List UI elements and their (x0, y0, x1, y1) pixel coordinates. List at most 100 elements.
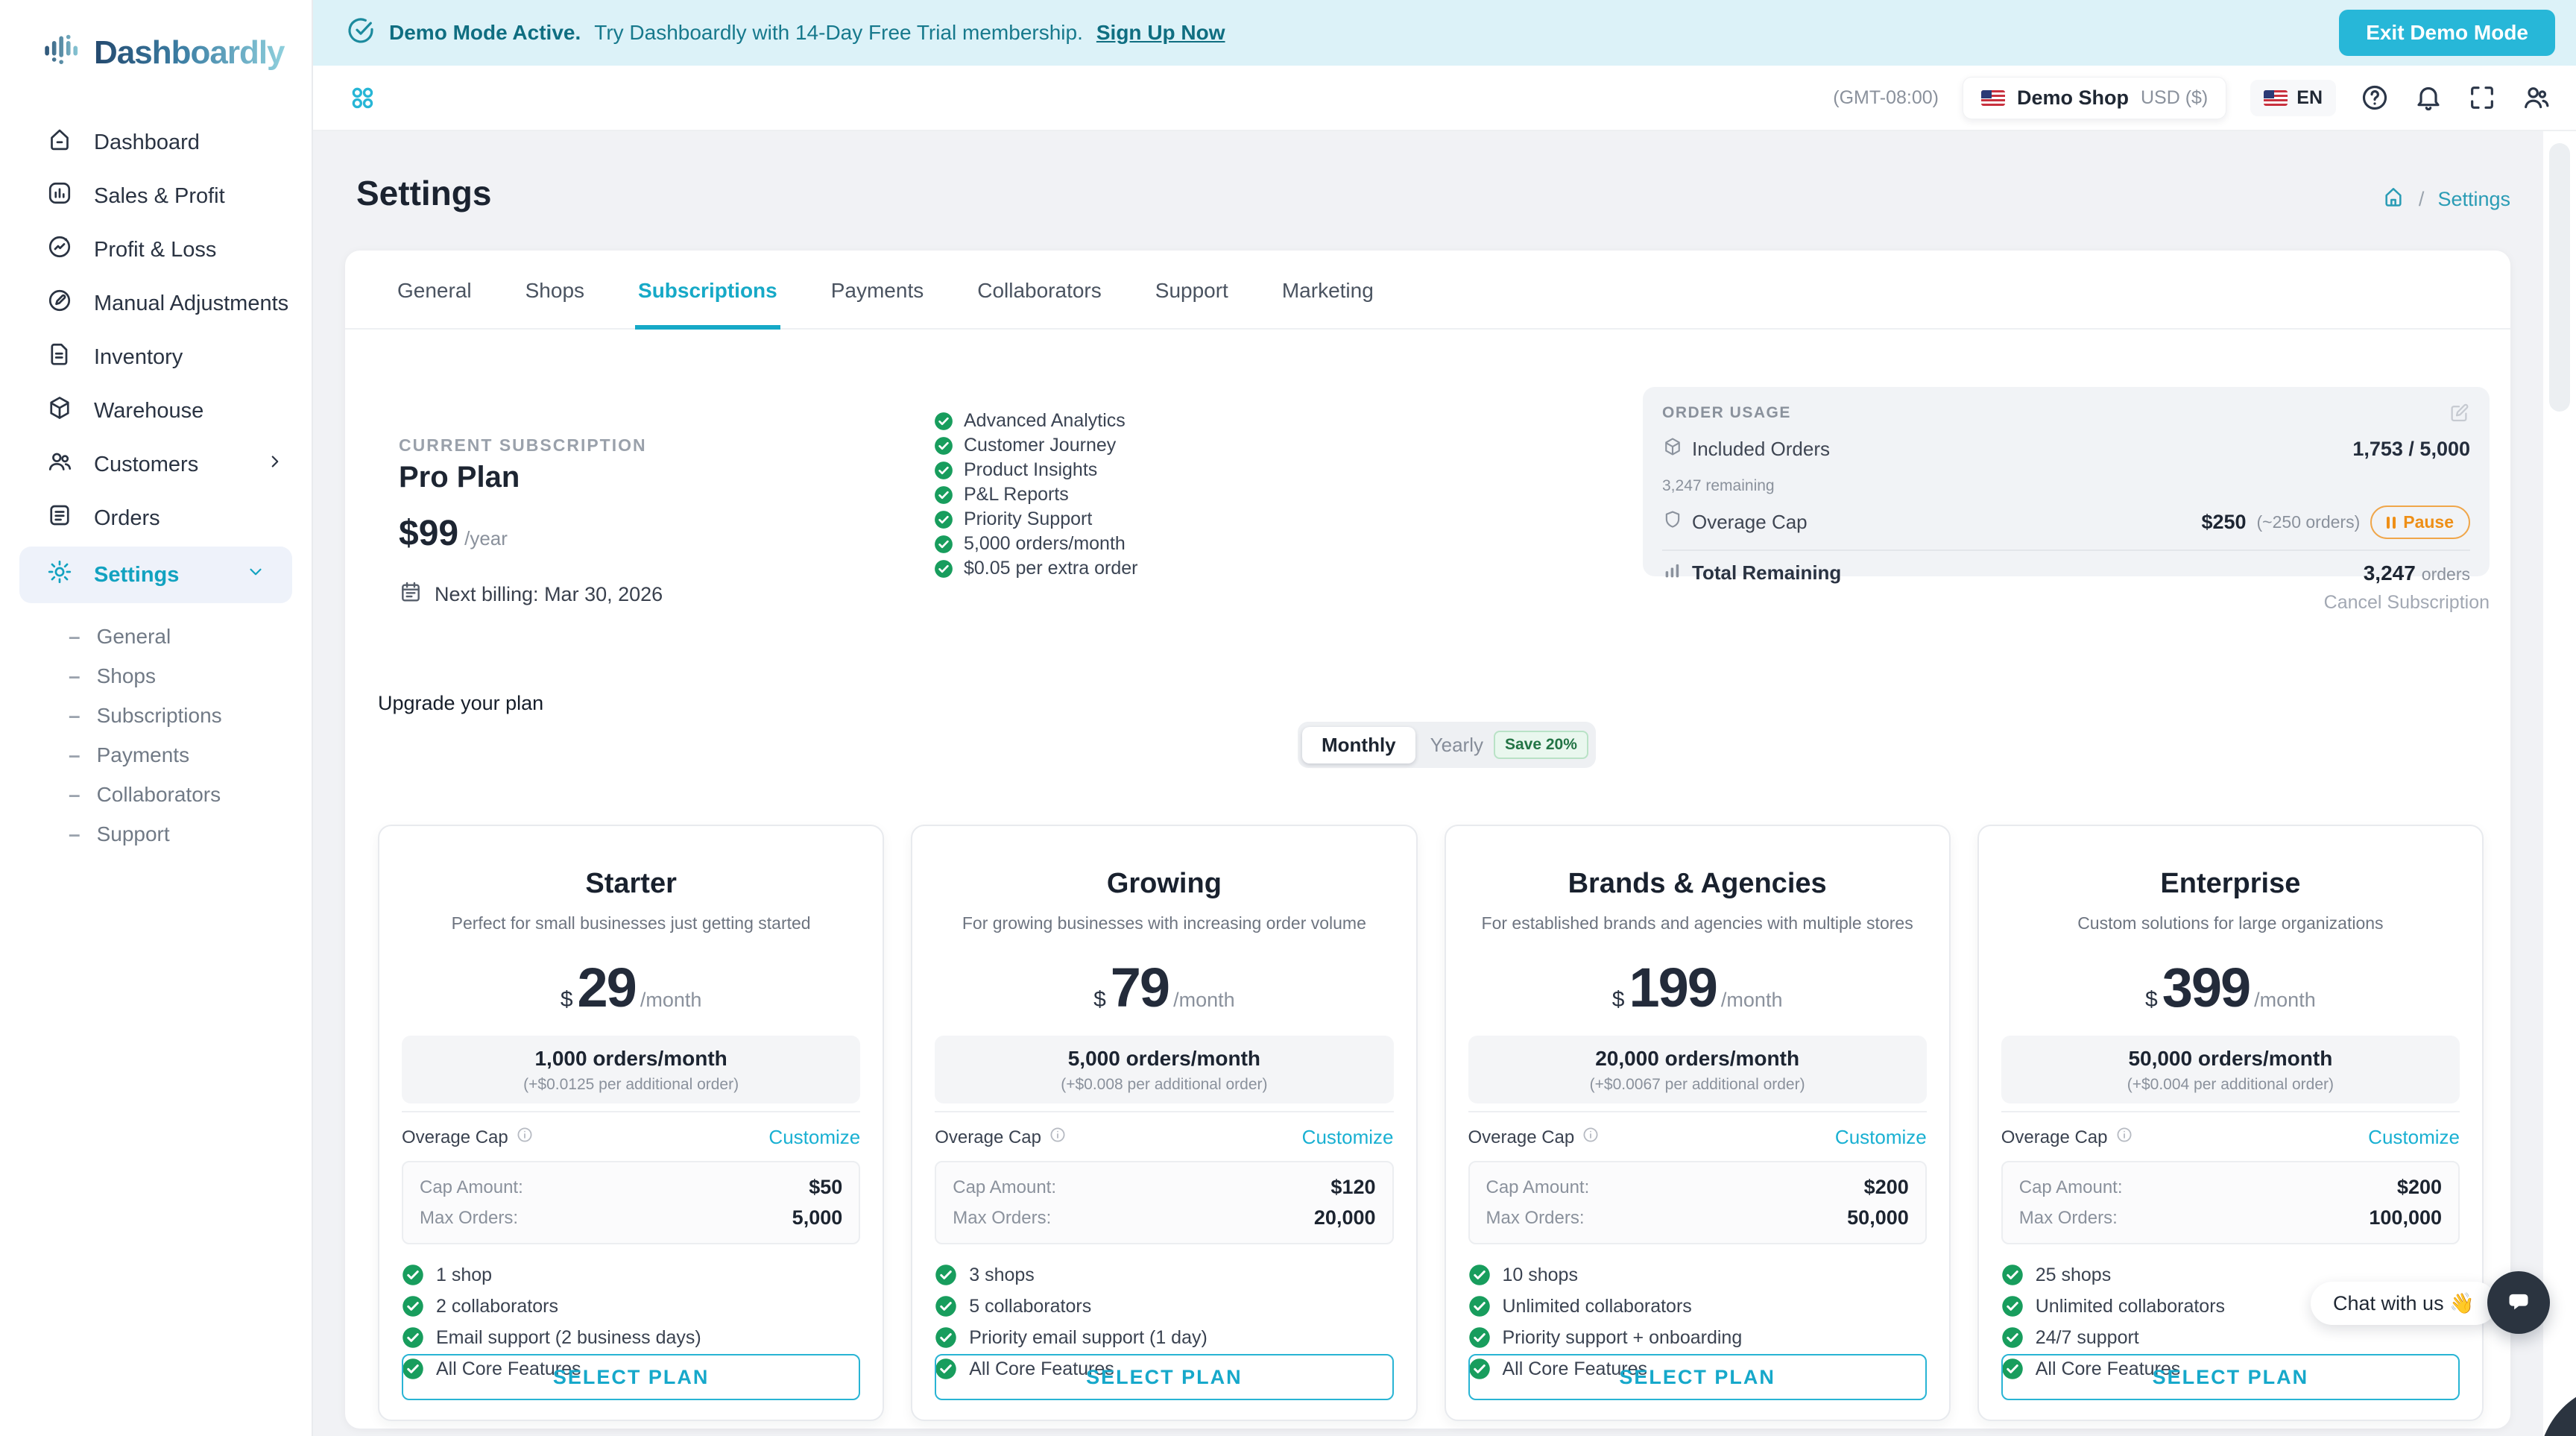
sidebar-item-settings[interactable]: Settings (19, 547, 292, 603)
language-selector[interactable]: EN (2250, 80, 2336, 116)
pencil-circle-icon (46, 287, 73, 320)
tab-payments[interactable]: Payments (828, 279, 927, 330)
content-area: Settings / Settings General Shops Subscr… (313, 131, 2576, 1436)
plan-feature: 1 shop (402, 1264, 860, 1286)
dash-bullet: – (69, 704, 80, 728)
topbar: (GMT-08:00) Demo Shop USD ($) EN (313, 66, 2576, 131)
dash-bullet: – (69, 625, 80, 649)
sidebar-item-inventory[interactable]: Inventory (0, 330, 312, 384)
plan-feature: 2 collaborators (402, 1295, 860, 1317)
dash-bullet: – (69, 743, 80, 767)
help-icon[interactable] (2360, 83, 2390, 113)
scrollbar[interactable] (2543, 131, 2576, 1436)
sign-up-link[interactable]: Sign Up Now (1096, 21, 1225, 45)
sidebar-item-manual-adjustments[interactable]: Manual Adjustments (0, 277, 312, 330)
subnav-item-shops[interactable]: –Shops (0, 656, 312, 696)
sidebar-item-customers[interactable]: Customers (0, 438, 312, 491)
subnav-item-general[interactable]: –General (0, 617, 312, 656)
edit-icon[interactable] (2448, 402, 2470, 424)
overage-section: Overage Cap Customize Cap Amount:$200 Ma… (2001, 1111, 2460, 1244)
shop-selector[interactable]: Demo Shop USD ($) (1963, 77, 2226, 119)
next-billing: Next billing: Mar 30, 2026 (399, 580, 663, 609)
sidebar-item-label: Warehouse (94, 399, 203, 423)
plan-features-list: Advanced Analytics Customer Journey Prod… (934, 409, 1137, 581)
subnav-label: General (97, 625, 171, 649)
sidebar-item-label: Inventory (94, 345, 183, 370)
feature-item: Priority Support (934, 507, 1137, 532)
tab-shops[interactable]: Shops (523, 279, 587, 330)
sidebar-nav: Dashboard Sales & Profit Profit & Loss M… (0, 74, 312, 854)
current-plan-name: Pro Plan (399, 461, 520, 494)
price-number: 199 (1629, 956, 1716, 1019)
plan-feature-text: 1 shop (436, 1265, 492, 1286)
sidebar-item-dashboard[interactable]: Dashboard (0, 116, 312, 169)
app-logo[interactable]: Dashboardly (0, 0, 312, 74)
sidebar-item-orders[interactable]: Orders (0, 491, 312, 545)
info-icon (1582, 1126, 1600, 1149)
tab-subscriptions[interactable]: Subscriptions (635, 279, 780, 330)
order-usage-panel: ORDER USAGE Included Orders 1,753 / 5,00… (1643, 387, 2490, 576)
customize-link[interactable]: Customize (768, 1126, 860, 1149)
sidebar-item-label: Dashboard (94, 130, 200, 155)
fullscreen-icon[interactable] (2467, 83, 2497, 113)
overage-cap-label: Overage Cap (935, 1127, 1041, 1148)
tab-support[interactable]: Support (1152, 279, 1231, 330)
price-number: 29 (578, 956, 636, 1019)
customize-link[interactable]: Customize (2368, 1126, 2460, 1149)
select-plan-button[interactable]: SELECT PLAN (1468, 1354, 1927, 1400)
sidebar-item-profit-loss[interactable]: Profit & Loss (0, 223, 312, 277)
tab-marketing[interactable]: Marketing (1279, 279, 1377, 330)
notifications-bell-icon[interactable] (2414, 83, 2443, 113)
select-plan-button[interactable]: SELECT PLAN (935, 1354, 1393, 1400)
tab-collaborators[interactable]: Collaborators (974, 279, 1105, 330)
demo-banner-message: Demo Mode Active. Try Dashboardly with 1… (346, 16, 1225, 51)
subnav-item-payments[interactable]: –Payments (0, 735, 312, 775)
topbar-right: (GMT-08:00) Demo Shop USD ($) EN (1833, 77, 2551, 119)
scrollbar-thumb[interactable] (2549, 143, 2570, 412)
plan-feature-text: Unlimited collaborators (1503, 1296, 1692, 1317)
subnav-item-support[interactable]: –Support (0, 814, 312, 854)
shield-icon (1662, 509, 1683, 535)
customize-link[interactable]: Customize (1835, 1126, 1927, 1149)
save-badge[interactable]: Save 20% (1494, 731, 1588, 759)
select-plan-button[interactable]: SELECT PLAN (2001, 1354, 2460, 1400)
breadcrumb-current[interactable]: Settings (2437, 188, 2510, 211)
overage-cap-label: Overage Cap (2001, 1127, 2108, 1148)
feature-text: P&L Reports (964, 484, 1069, 506)
select-plan-button[interactable]: SELECT PLAN (402, 1354, 860, 1400)
yearly-toggle[interactable]: Yearly (1415, 727, 1494, 763)
customize-link[interactable]: Customize (1302, 1126, 1394, 1149)
overage-section: Overage Cap Customize Cap Amount:$120 Ma… (935, 1111, 1393, 1244)
plan-feature: 3 shops (935, 1264, 1393, 1286)
exit-demo-button[interactable]: Exit Demo Mode (2339, 10, 2555, 56)
subnav-item-subscriptions[interactable]: –Subscriptions (0, 696, 312, 735)
price-period: /month (1721, 989, 1783, 1012)
max-orders-label: Max Orders: (420, 1208, 518, 1229)
sidebar-item-warehouse[interactable]: Warehouse (0, 384, 312, 438)
overage-cap-label: Overage Cap (1692, 511, 1808, 534)
feature-item: 5,000 orders/month (934, 532, 1137, 556)
cube-icon (1662, 436, 1683, 462)
orders-allowance-box: 1,000 orders/month (+$0.0125 per additio… (402, 1036, 860, 1103)
app-root: Dashboardly Dashboard Sales & Profit Pro… (0, 0, 2576, 1436)
tab-general[interactable]: General (394, 279, 475, 330)
subnav-item-collaborators[interactable]: –Collaborators (0, 775, 312, 814)
sidebar-item-label: Profit & Loss (94, 238, 216, 262)
pause-label: Pause (2403, 512, 2454, 532)
home-breadcrumb-icon[interactable] (2381, 185, 2405, 214)
plan-feature: Unlimited collaborators (1468, 1295, 1927, 1317)
pause-button[interactable]: Pause (2370, 506, 2470, 539)
monthly-toggle[interactable]: Monthly (1302, 727, 1415, 763)
collaborators-icon[interactable] (2521, 83, 2551, 113)
chat-with-us-label[interactable]: Chat with us 👋 (2311, 1282, 2497, 1325)
price-period: /month (2254, 989, 2316, 1012)
cancel-subscription-link[interactable]: Cancel Subscription (2324, 592, 2490, 614)
cap-amount-value: $200 (1864, 1176, 1909, 1199)
apps-grid-icon[interactable] (347, 83, 377, 113)
chat-launcher-button[interactable] (2487, 1271, 2550, 1334)
plan-card-enterprise: Enterprise Custom solutions for large or… (1977, 825, 2484, 1421)
sidebar-item-sales-profit[interactable]: Sales & Profit (0, 169, 312, 223)
bars-icon (1662, 560, 1683, 586)
plan-name: Enterprise (2001, 868, 2460, 900)
max-orders-label: Max Orders: (2019, 1208, 2118, 1229)
